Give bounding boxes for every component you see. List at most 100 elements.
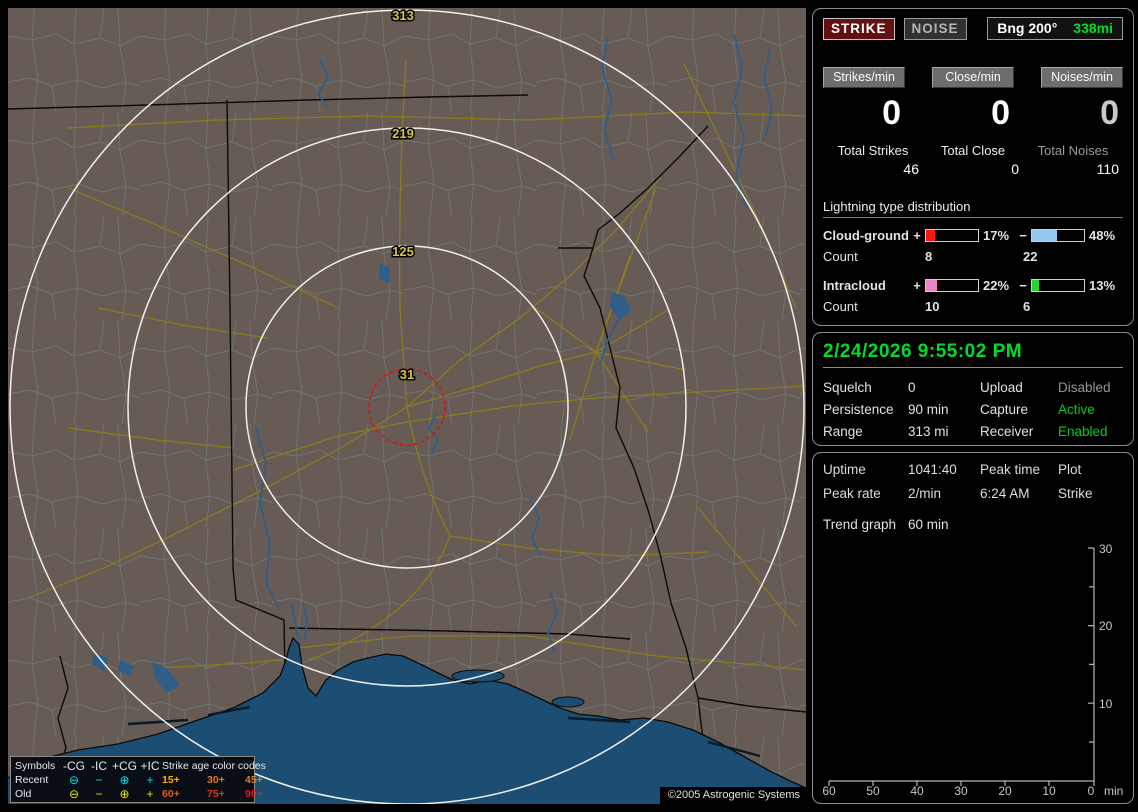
y-tick-20: 20 [1099,619,1113,633]
status-panel: 2/24/2026 9:55:02 PM Squelch 0 Upload Di… [812,332,1134,446]
ic-minus-count: 6 [1023,299,1031,314]
cg-minus-bar [1031,229,1085,242]
uptime-label: Uptime [823,462,866,477]
receiver-label: Receiver [980,424,1034,439]
trend-graph-value: 60 min [908,517,949,532]
capture-value: Active [1058,402,1095,417]
ic-minus-bar [1031,279,1085,292]
close-per-min-value: 0 [991,94,1010,132]
plus-sign: + [913,278,921,293]
recent-pic-icon: + [146,773,154,787]
ic-minus-pct: 13% [1089,278,1116,293]
legend-col-nic: -IC [91,759,107,773]
distribution-title: Lightning type distribution [823,199,1123,218]
ic-minus-bar-fill [1032,280,1039,291]
legend-age-header: Strike age color codes [162,760,266,772]
age-15: 15+ [162,774,180,786]
x-tick-10: 10 [1042,784,1056,796]
age-90: 90+ [245,788,263,800]
cg-count-label: Count [823,249,858,264]
peak-time-label: Peak time [980,462,1041,477]
legend-row-recent-label: Recent [15,774,49,786]
range-value: 313 mi [908,424,949,439]
recent-nic-icon: − [95,773,103,787]
map-bay2 [551,696,585,708]
noises-per-min-value: 0 [1100,94,1119,132]
peak-rate-label: Peak rate [823,486,881,501]
plot-value: Strike [1058,486,1093,501]
bearing-readout: Bng 200° 338mi [987,17,1123,40]
ring-label-31: 31 [400,367,414,382]
x-axis-unit: min [1104,784,1123,796]
y-tick-30: 30 [1099,542,1113,556]
strike-mode-button[interactable]: STRIKE [823,17,895,40]
total-close-value: 0 [1011,161,1019,177]
x-tick-40: 40 [910,784,924,796]
old-nic-icon: − [95,787,103,801]
strikes-per-min-value: 0 [882,94,901,132]
total-noises-label: Total Noises [1037,143,1109,158]
old-ncg-icon: ⊖ [68,787,80,801]
range-label: Range [823,424,863,439]
x-tick-60: 60 [823,784,836,796]
uptime-value: 1041:40 [908,462,957,477]
recent-pcg-icon: ⊕ [119,773,130,787]
cg-plus-bar [925,229,979,242]
peak-rate-value: 2/min [908,486,942,501]
plus-sign: + [913,228,921,243]
trend-graph-label: Trend graph [823,517,897,532]
ic-count-label: Count [823,299,858,314]
x-tick-30: 30 [954,784,968,796]
bearing-distance: 338mi [1073,20,1113,36]
receiver-value: Enabled [1058,424,1108,439]
symbols-legend: Symbols -CG -IC +CG +IC Strike age color… [10,756,266,803]
ring-label-125: 125 [392,244,414,259]
cg-plus-pct: 17% [983,228,1010,243]
age-45: 45+ [245,774,263,786]
upload-value: Disabled [1058,380,1111,395]
minus-sign: − [1019,228,1027,243]
persistence-value: 90 min [908,402,949,417]
x-tick-20: 20 [998,784,1012,796]
noise-mode-button[interactable]: NOISE [903,17,967,40]
upload-label: Upload [980,380,1023,395]
intracloud-label: Intracloud [823,278,886,293]
age-75: 75+ [207,788,225,800]
bearing-value: Bng 200° [997,20,1058,36]
trend-graph: 30 20 10 60 50 40 30 20 10 0 min [823,542,1123,796]
copyright-text: ©2005 Astrogenic Systems [659,787,806,804]
legend-col-pcg: +CG [111,759,137,773]
x-tick-50: 50 [866,784,880,796]
ic-plus-count: 10 [925,299,940,314]
strikes-per-min-button[interactable]: Strikes/min [823,67,905,88]
cg-minus-bar-fill [1032,230,1057,241]
legend-col-ncg: -CG [63,759,85,773]
ring-label-313: 313 [392,8,414,23]
legend-row-old-label: Old [15,788,32,800]
ic-plus-bar-fill [926,280,938,291]
ring-label-219: 219 [392,126,414,141]
minus-sign: − [1019,278,1027,293]
strike-counters-panel: STRIKE NOISE Bng 200° 338mi Strikes/min … [812,8,1134,326]
stats-panel: Uptime 1041:40 Peak time Plot Peak rate … [812,452,1134,804]
cg-minus-pct: 48% [1089,228,1116,243]
capture-label: Capture [980,402,1029,417]
age-30: 30+ [207,774,225,786]
lightning-map[interactable]: 313 219 125 31 Symbols -CG -IC +CG +IC S… [8,8,806,804]
total-noises-value: 110 [1096,161,1119,177]
old-pic-icon: + [146,787,154,801]
total-close-label: Total Close [940,143,1006,158]
datetime-display: 2/24/2026 9:55:02 PM [823,341,1123,368]
y-tick-10: 10 [1099,697,1113,711]
noises-per-min-button[interactable]: Noises/min [1041,67,1123,88]
cg-plus-bar-fill [926,230,935,241]
ic-plus-pct: 22% [983,278,1010,293]
map-canvas: 313 219 125 31 [8,8,806,804]
ic-plus-bar [925,279,979,292]
cg-plus-count: 8 [925,249,933,264]
legend-col-pic: +IC [140,759,160,773]
close-per-min-button[interactable]: Close/min [932,67,1014,88]
legend-symbols-header: Symbols [15,760,56,772]
recent-ncg-icon: ⊖ [68,773,80,787]
squelch-label: Squelch [823,380,872,395]
